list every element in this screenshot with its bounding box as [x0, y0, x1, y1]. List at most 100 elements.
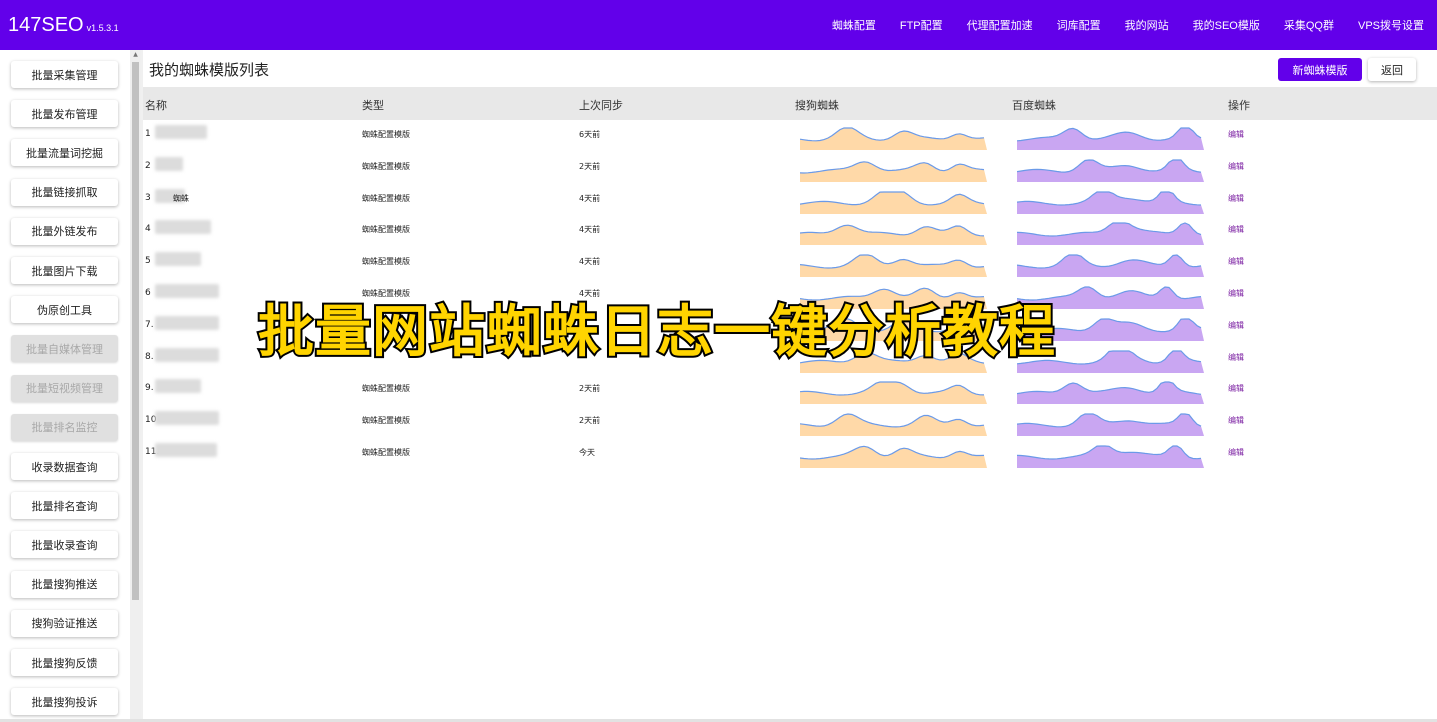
redacted-site-name [155, 347, 219, 362]
sidebar: 批量采集管理 批量发布管理 批量流量词挖掘 批量链接抓取 批量外链发布 批量图片下载 伪原创… [0, 50, 130, 722]
sidebar-button[interactable]: 收录数据查询 [11, 453, 118, 480]
sidebar-button[interactable]: 伪原创工具 [11, 296, 118, 324]
nav-item[interactable]: 采集QQ群 [1275, 17, 1343, 33]
new-spider-template-button[interactable]: 新蜘蛛模版 [1278, 58, 1362, 81]
back-button[interactable]: 返回 [1368, 58, 1416, 81]
sidebar-button[interactable]: 批量搜狗投诉 [11, 688, 118, 716]
column-header-sogou-spider[interactable]: 搜狗蜘蛛 [795, 97, 839, 113]
sogou-spider-sparkline [800, 127, 987, 150]
page-title: 我的蜘蛛模版列表 [149, 61, 270, 79]
redacted-site-name [155, 411, 219, 426]
sidebar-button[interactable]: 批量采集管理 [11, 61, 118, 88]
redacted-site-name [155, 315, 219, 330]
sidebar-button[interactable]: 批量流量词挖掘 [11, 139, 118, 167]
column-header-actions[interactable]: 操作 [1228, 97, 1250, 113]
baidu-spider-sparkline [1017, 159, 1204, 182]
last-sync: 2天前 [579, 384, 601, 394]
sogou-spider-sparkline [800, 190, 987, 214]
edit-link[interactable]: 编辑 [1228, 383, 1244, 394]
nav-item[interactable]: 蜘蛛配置 [823, 17, 885, 33]
sogou-spider-sparkline [800, 413, 987, 437]
sidebar-button[interactable]: 批量搜狗推送 [11, 570, 118, 598]
sogou-spider-sparkline [800, 381, 987, 405]
row-number: 6 [145, 288, 151, 298]
site-name-suffix: 蜘蛛 [173, 193, 189, 203]
redacted-site-name [155, 284, 219, 298]
nav-item[interactable]: 代理配置加速 [958, 17, 1042, 33]
baidu-spider-sparkline [1017, 445, 1204, 468]
scroll-up-arrow-icon[interactable]: ▲ [132, 51, 139, 59]
nav-item[interactable]: 我的SEO模版 [1184, 17, 1269, 33]
edit-link[interactable]: 编辑 [1228, 224, 1244, 235]
table-row: 11. 蜘蛛配置模版 今天 编辑 [143, 438, 1437, 470]
top-app-bar: 147SEO v1.5.3.1 蜘蛛配置 FTP配置 代理配置加速 词库配置 我的网站 我的… [0, 0, 1437, 50]
sidebar-button[interactable]: 批量图片下载 [11, 257, 118, 284]
nav-item[interactable]: 词库配置 [1048, 17, 1110, 33]
last-sync: 4天前 [579, 225, 601, 235]
column-header-type[interactable]: 类型 [362, 97, 384, 113]
sogou-spider-sparkline [800, 224, 987, 246]
nav-item[interactable]: VPS拨号设置 [1349, 17, 1433, 33]
sidebar-button[interactable]: 批量搜狗反馈 [11, 649, 118, 676]
sidebar-button[interactable]: 批量排名查询 [11, 492, 118, 520]
sidebar-button[interactable]: 搜狗验证推送 [11, 609, 118, 637]
sidebar-button[interactable]: 批量链接抓取 [11, 178, 118, 206]
template-type: 蜘蛛配置模版 [362, 384, 410, 394]
sidebar-button[interactable]: 批量收录查询 [11, 531, 118, 559]
last-sync: 今天 [579, 448, 595, 457]
row-number: 9. [145, 383, 154, 394]
row-number: 2 [145, 160, 151, 171]
baidu-spider-sparkline [1017, 127, 1204, 150]
last-sync: 6天前 [579, 130, 601, 139]
redacted-site-name [155, 156, 183, 171]
edit-link[interactable]: 编辑 [1228, 193, 1244, 204]
baidu-spider-sparkline [1017, 381, 1204, 405]
template-type: 蜘蛛配置模版 [362, 225, 410, 235]
baidu-spider-sparkline [1017, 413, 1204, 437]
edit-link[interactable]: 编辑 [1228, 320, 1244, 331]
table-row: 5 蜘蛛配置模版 4天前 编辑 [143, 247, 1437, 279]
overlay-caption: 批量网站蜘蛛日志一键分析教程 [256, 298, 1057, 367]
edit-link[interactable]: 编辑 [1228, 447, 1244, 458]
sidebar-button: 批量排名监控 [11, 413, 118, 441]
table-row: 1 蜘蛛配置模版 6天前 编辑 [143, 120, 1437, 152]
sidebar-button[interactable]: 批量外链发布 [11, 217, 118, 245]
sidebar-button[interactable]: 批量发布管理 [11, 100, 118, 128]
baidu-spider-sparkline [1017, 190, 1204, 214]
edit-link[interactable]: 编辑 [1228, 129, 1244, 140]
scrollbar-thumb[interactable] [132, 62, 139, 600]
column-header-baidu-spider[interactable]: 百度蜘蛛 [1012, 97, 1056, 113]
sidebar-button: 批量自媒体管理 [11, 335, 118, 363]
table-row: 2 蜘蛛配置模版 2天前 编辑 [143, 152, 1437, 184]
sidebar-button: 批量短视频管理 [11, 374, 118, 402]
edit-link[interactable]: 编辑 [1228, 288, 1244, 299]
top-nav: 蜘蛛配置 FTP配置 代理配置加速 词库配置 我的网站 我的SEO模版 采集QQ群 VPS拨号… [817, 0, 1433, 50]
app-version: v1.5.3.1 [86, 22, 119, 33]
edit-link[interactable]: 编辑 [1228, 161, 1244, 172]
edit-link[interactable]: 编辑 [1228, 256, 1244, 267]
last-sync: 4天前 [579, 257, 601, 267]
redacted-site-name [155, 252, 201, 267]
edit-link[interactable]: 编辑 [1228, 415, 1244, 426]
main-panel: 我的蜘蛛模版列表 新蜘蛛模版 返回 名称 类型 上次同步 搜狗蜘蛛 百度蜘蛛 操… [143, 50, 1437, 719]
edit-link[interactable]: 编辑 [1228, 352, 1244, 363]
row-number: 3 [145, 192, 151, 203]
table-row: 4 蜘蛛配置模版 4天前 编辑 [143, 215, 1437, 247]
column-header-name[interactable]: 名称 [145, 97, 167, 113]
table-row: 10 蜘蛛配置模版 2天前 编辑 [143, 406, 1437, 438]
redacted-site-name [155, 379, 201, 394]
row-number: 7. [145, 319, 154, 330]
redacted-site-name [155, 220, 211, 235]
last-sync: 4天前 [579, 193, 601, 203]
nav-item[interactable]: FTP配置 [891, 17, 952, 33]
table-header: 名称 类型 上次同步 搜狗蜘蛛 百度蜘蛛 操作 [143, 87, 1437, 120]
sogou-spider-sparkline [800, 445, 987, 468]
baidu-spider-sparkline [1017, 222, 1204, 246]
nav-item[interactable]: 我的网站 [1116, 17, 1178, 33]
row-number: 4 [145, 224, 151, 235]
table-row: 9. 蜘蛛配置模版 2天前 编辑 [143, 374, 1437, 406]
app-logo[interactable]: 147SEO v1.5.3.1 [0, 14, 119, 37]
column-header-last-sync[interactable]: 上次同步 [579, 97, 623, 113]
redacted-site-name [155, 443, 217, 457]
row-number: 8. [145, 351, 154, 362]
